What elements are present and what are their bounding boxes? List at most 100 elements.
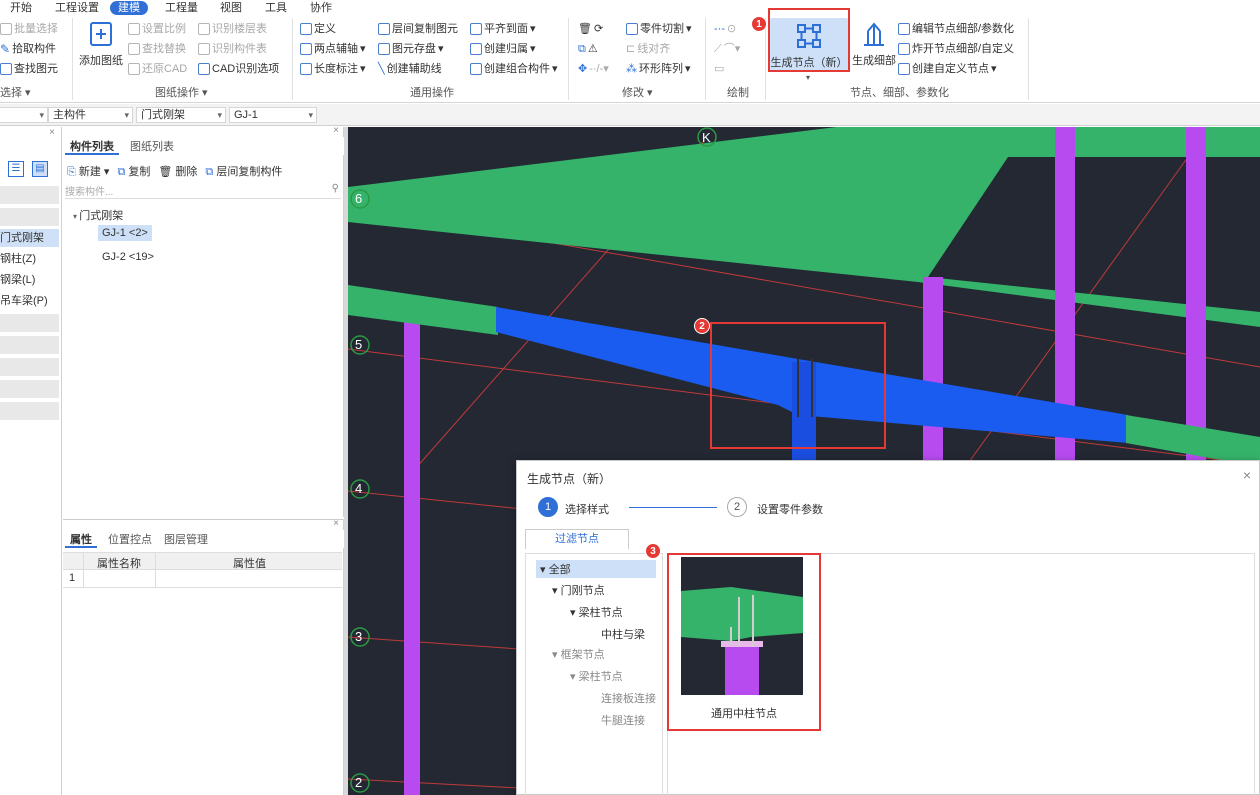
- menu-project-settings[interactable]: 工程设置: [55, 1, 99, 15]
- highlight-box-1: [768, 8, 850, 72]
- menu-start[interactable]: 开始: [10, 1, 32, 15]
- chevron-down-icon: ▾: [39, 110, 44, 120]
- align-to-face-button[interactable]: 平齐到面 ▾: [470, 22, 536, 36]
- tree-item-plate-connection[interactable]: 连接板连接: [601, 690, 656, 706]
- menu-view[interactable]: 视图: [220, 1, 242, 15]
- ring-array-button[interactable]: ⁂ 环形阵列 ▾: [626, 62, 691, 76]
- nav-row[interactable]: [0, 208, 59, 226]
- copy-mirror-btn[interactable]: ⧉ ⚠: [578, 42, 598, 56]
- generate-node-dropdown-icon[interactable]: ▾: [806, 73, 810, 82]
- close-icon[interactable]: ×: [333, 125, 339, 136]
- create-ownership-button[interactable]: 创建归属 ▾: [470, 42, 536, 56]
- circle-icon: ⊙: [727, 23, 737, 35]
- delete-icon-btn[interactable]: 🗑 ⟳: [578, 22, 603, 36]
- copy-component-button[interactable]: ⧉ 复制: [117, 163, 150, 179]
- nav-row[interactable]: [0, 358, 59, 376]
- create-auxiliary-line-button[interactable]: ╲ 创建辅助线: [378, 62, 442, 76]
- pick-component-button[interactable]: ✎ 拾取构件: [0, 42, 56, 56]
- tree-item-mid-column-beam[interactable]: 中柱与梁: [601, 626, 645, 642]
- menu-collaborate[interactable]: 协作: [310, 1, 332, 15]
- nav-row[interactable]: [0, 380, 59, 398]
- nav-item-crane-beam[interactable]: 吊车梁(P): [0, 292, 59, 310]
- general-ops-label: 通用操作: [410, 87, 454, 99]
- tab-layer-management[interactable]: 图层管理: [159, 532, 213, 548]
- tab-filter-nodes[interactable]: 过滤节点: [525, 529, 629, 549]
- nav-item-portal-frame[interactable]: 门式刚架: [0, 229, 59, 247]
- point-draw-button[interactable]: -·- ⊙: [714, 22, 736, 36]
- part-cut-button[interactable]: 零件切割 ▾: [626, 22, 692, 36]
- trash-icon: 🗑: [158, 166, 173, 178]
- edit-node-detail-button[interactable]: 编辑节点细部/参数化: [898, 22, 1014, 36]
- new-component-button[interactable]: ⎘ 新建 ▾: [67, 163, 109, 179]
- draw-label: 绘制: [727, 87, 749, 99]
- menu-modeling[interactable]: 建模: [110, 1, 148, 15]
- find-replace-button[interactable]: 查找替换: [128, 42, 186, 56]
- create-custom-node-button[interactable]: 创建自定义节点 ▾: [898, 62, 997, 76]
- line-align-button[interactable]: ⊏ 线对齐: [626, 42, 670, 56]
- tree-item-corbel-connection[interactable]: 牛腿连接: [601, 712, 645, 728]
- nav-item-steel-beam[interactable]: 钢梁(L): [0, 271, 59, 289]
- tab-position-control[interactable]: 位置控点: [103, 532, 157, 548]
- node-card-generic-mid-column[interactable]: 通用中柱节点: [667, 553, 821, 731]
- batch-select-button[interactable]: 批量选择: [0, 22, 58, 36]
- nav-row[interactable]: [0, 186, 59, 204]
- column-left: [404, 297, 420, 795]
- create-combined-component-button[interactable]: 创建组合构件 ▾: [470, 62, 558, 76]
- find-element-button[interactable]: 查找图元: [0, 62, 58, 76]
- line-draw-button[interactable]: ⟋ ⌒▾: [714, 42, 740, 56]
- tree-item-frame-node[interactable]: ▾ 框架节点: [552, 646, 605, 662]
- step1-indicator: 1: [538, 497, 558, 517]
- rect-icon: ▭: [714, 63, 725, 75]
- ownership-icon: [470, 43, 482, 55]
- chevron-down-icon: ▾: [308, 110, 313, 120]
- copy-across-floors-button[interactable]: ⧉ 层间复制构件: [205, 163, 282, 179]
- menu-tools[interactable]: 工具: [265, 1, 287, 15]
- restore-cad-button[interactable]: 还原CAD: [128, 62, 187, 76]
- generate-detail-button[interactable]: 生成细部: [850, 20, 898, 68]
- close-icon[interactable]: ×: [1243, 467, 1251, 483]
- component-category-select[interactable]: 门式刚架 ▾: [136, 107, 226, 123]
- delete-component-button[interactable]: 🗑 删除: [158, 163, 197, 179]
- copy-between-floors-button[interactable]: 层间复制图元: [378, 22, 458, 36]
- set-scale-button[interactable]: 设置比例: [128, 22, 186, 36]
- close-icon[interactable]: ×: [49, 127, 55, 138]
- two-point-axis-button[interactable]: 两点辅轴 ▾: [300, 42, 366, 56]
- cad-recognize-options-button[interactable]: CAD识别选项: [198, 62, 279, 76]
- move-btn[interactable]: ✥ -·/-▾: [578, 62, 609, 76]
- define-button[interactable]: 定义: [300, 22, 336, 36]
- tree-root-portal-frame[interactable]: ▾ 门式刚架: [73, 207, 123, 223]
- table-row[interactable]: 1: [63, 570, 342, 588]
- tree-item-portal-node[interactable]: ▾ 门刚节点: [552, 582, 605, 598]
- tab-drawing-list[interactable]: 图纸列表: [125, 139, 179, 155]
- explode-node-detail-button[interactable]: 炸开节点细部/自定义: [898, 42, 1014, 56]
- add-drawing-button[interactable]: 添加图纸: [78, 20, 124, 68]
- tree-item-gj2[interactable]: GJ-2 <19>: [102, 251, 154, 263]
- element-save-button[interactable]: 图元存盘 ▾: [378, 42, 444, 56]
- length-dimension-button[interactable]: 长度标注 ▾: [300, 62, 366, 76]
- axis-label-5: 5: [355, 337, 363, 352]
- recognize-component-table-button[interactable]: 识别构件表: [198, 42, 267, 56]
- component-type-select[interactable]: 主构件 ▾: [48, 107, 133, 123]
- rect-draw-button[interactable]: ▭: [714, 62, 724, 76]
- menu-quantity[interactable]: 工程量: [165, 1, 198, 15]
- nav-row[interactable]: [0, 402, 59, 420]
- tree-item-beam-column[interactable]: ▾ 梁柱节点: [570, 604, 623, 620]
- align-face-icon: [470, 23, 482, 35]
- axis-label-k: K: [702, 130, 711, 145]
- component-instance-select[interactable]: GJ-1 ▾: [229, 107, 317, 123]
- component-tabs: 构件列表 图纸列表: [63, 137, 344, 155]
- tree-item-gj1[interactable]: GJ-1 <2>: [98, 225, 152, 241]
- tree-item-beam-column-2[interactable]: ▾ 梁柱节点: [570, 668, 623, 684]
- tab-component-list[interactable]: 构件列表: [65, 139, 119, 155]
- tab-properties[interactable]: 属性: [65, 532, 97, 548]
- nav-item-steel-column[interactable]: 钢柱(Z): [0, 250, 59, 268]
- tree-item-all[interactable]: ▾ 全部: [536, 560, 656, 578]
- floor-select[interactable]: ▾: [0, 107, 48, 123]
- detail-view-icon[interactable]: ▤: [32, 161, 48, 177]
- search-input[interactable]: 搜索构件... ⚲: [65, 183, 341, 199]
- recognize-floor-table-button[interactable]: 识别楼层表: [198, 22, 267, 36]
- list-view-icon[interactable]: ☰: [8, 161, 24, 177]
- close-icon[interactable]: ×: [333, 518, 339, 529]
- nav-row[interactable]: [0, 314, 59, 332]
- nav-row[interactable]: [0, 336, 59, 354]
